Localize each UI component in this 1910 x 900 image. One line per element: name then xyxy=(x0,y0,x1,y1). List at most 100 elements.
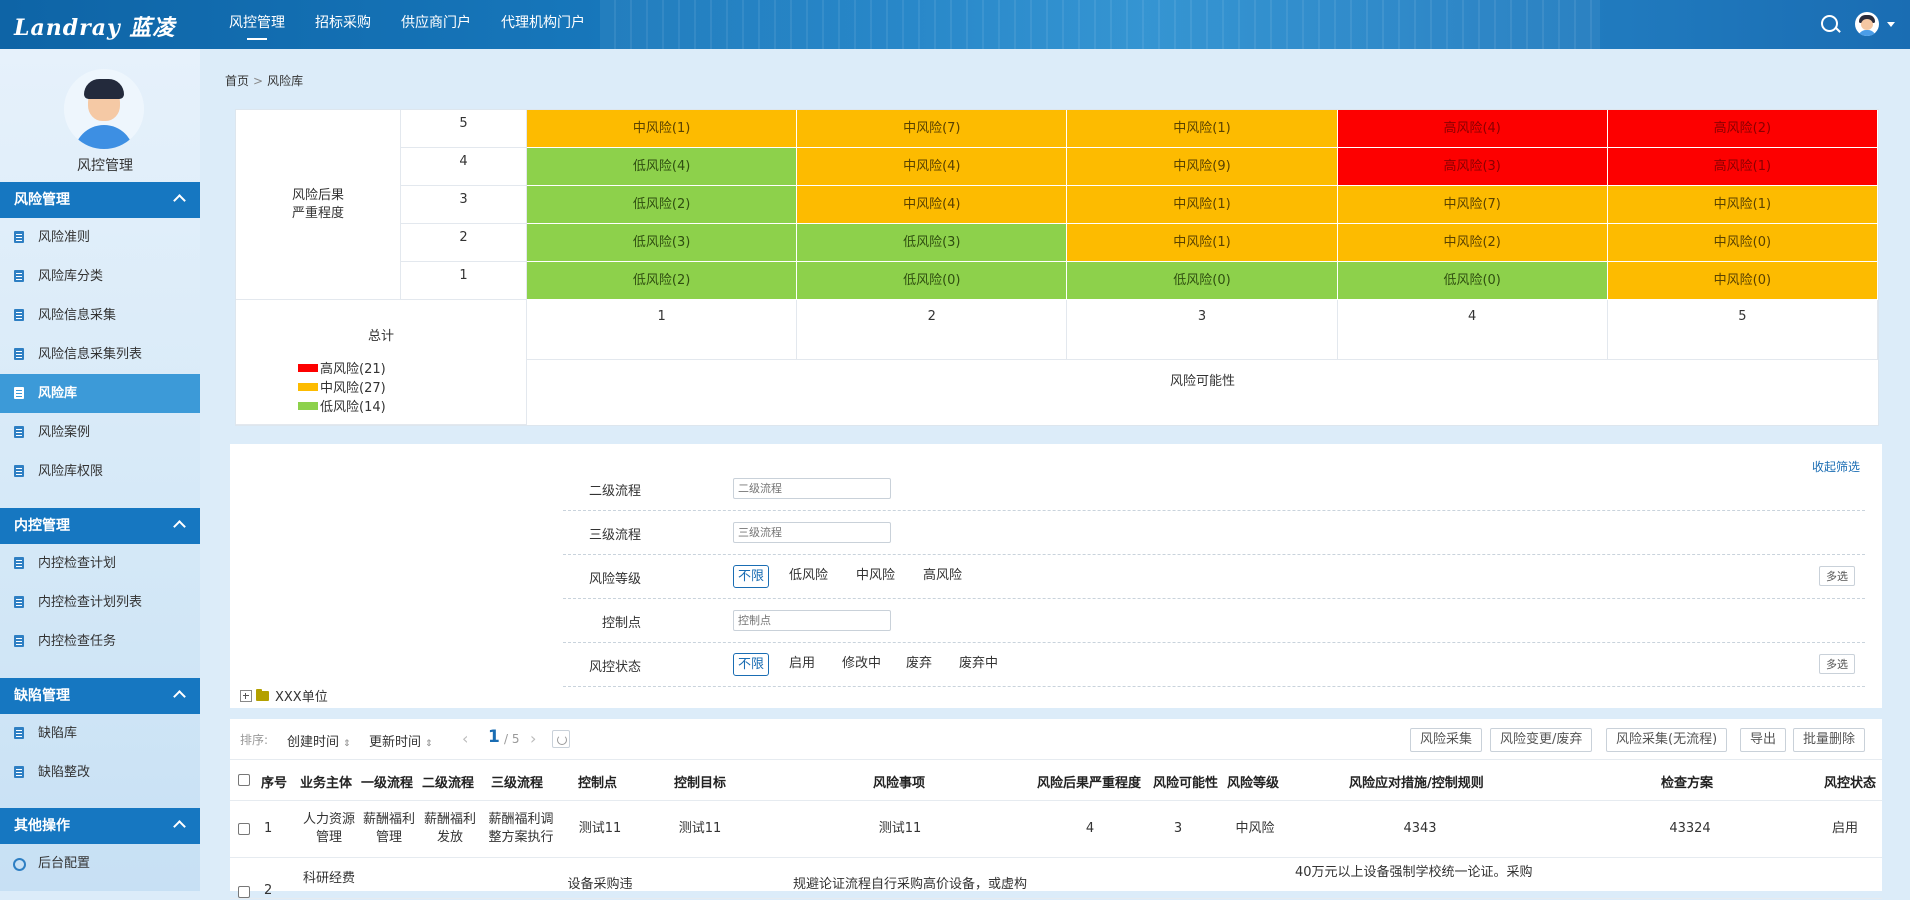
org-tree-label[interactable]: XXX单位 xyxy=(275,686,328,705)
sidebar-item-risk-category[interactable]: 风险库分类 xyxy=(0,257,200,296)
filter-panel: 收起筛选 二级流程 三级流程 风险等级 不限 低风险 中风险 高风险 多选 控制… xyxy=(230,444,1882,708)
matrix-cell-mid[interactable]: 中风险(0) xyxy=(1607,262,1878,300)
sidebar-item-risk-cases[interactable]: 风险案例 xyxy=(0,413,200,452)
nav-agency-portal[interactable]: 代理机构门户 xyxy=(501,0,585,49)
document-icon xyxy=(14,596,24,608)
matrix-cell-low[interactable]: 低风险(2) xyxy=(527,262,798,300)
matrix-cell-high[interactable]: 高风险(1) xyxy=(1607,148,1878,186)
risk-level-option-any[interactable]: 不限 xyxy=(733,565,770,588)
refresh-icon[interactable] xyxy=(552,730,570,748)
col-header: 风控状态 xyxy=(1824,776,1877,791)
matrix-cell-low[interactable]: 低风险(2) xyxy=(527,186,798,224)
cell-line: 管理 xyxy=(315,830,342,845)
sidebar-item-check-task[interactable]: 内控检查任务 xyxy=(0,622,200,661)
search-icon[interactable] xyxy=(1821,15,1838,32)
sort-by-created[interactable]: 创建时间 ⇕ xyxy=(287,731,351,750)
sidebar-item-label: 风险库权限 xyxy=(38,464,104,479)
risk-level-option-low[interactable]: 低风险 xyxy=(785,565,832,586)
matrix-cell-mid[interactable]: 中风险(9) xyxy=(1067,148,1338,186)
expand-plus-icon[interactable] xyxy=(240,689,252,702)
matrix-cell-mid[interactable]: 中风险(1) xyxy=(527,110,798,148)
matrix-cell-high[interactable]: 高风险(4) xyxy=(1337,110,1608,148)
pager-current[interactable]: 1 xyxy=(488,727,500,747)
matrix-cell-low[interactable]: 低风险(4) xyxy=(527,148,798,186)
filter-row-control-point: 控制点 xyxy=(563,598,1865,643)
cell-line: 管理 xyxy=(375,830,402,845)
table-row[interactable]: 1 人力资源 管理 薪酬福利 管理 薪酬福利 发放 薪酬福利调 整方案执行 测试11 测… xyxy=(230,801,1882,858)
matrix-cell-high[interactable]: 高风险(3) xyxy=(1337,148,1608,186)
risk-status-option-deprecated[interactable]: 废弃 xyxy=(902,653,936,674)
risk-status-option-deprecating[interactable]: 废弃中 xyxy=(955,653,1002,674)
row-checkbox[interactable] xyxy=(238,823,250,835)
nav-supplier-portal[interactable]: 供应商门户 xyxy=(401,0,471,49)
brand-logo[interactable]: Landray 蓝凌 xyxy=(14,10,175,42)
menu-head-defect[interactable]: 缺陷管理 xyxy=(0,678,200,714)
cell-level1: 薪酬福利 管理 xyxy=(359,811,419,847)
matrix-cell-mid[interactable]: 中风险(1) xyxy=(1067,224,1338,262)
matrix-cell-low[interactable]: 低风险(0) xyxy=(1337,262,1608,300)
sidebar-item-risk-criteria[interactable]: 风险准则 xyxy=(0,218,200,257)
cell-line: 发放 xyxy=(436,830,463,845)
matrix-cell-mid[interactable]: 中风险(1) xyxy=(1067,186,1338,224)
risk-collect-button[interactable]: 风险采集 xyxy=(1410,728,1483,752)
level3-process-input[interactable] xyxy=(733,522,891,543)
pager-prev-icon[interactable]: ‹ xyxy=(462,729,468,748)
menu-head-other[interactable]: 其他操作 xyxy=(0,808,200,844)
matrix-cell-mid[interactable]: 中风险(4) xyxy=(797,148,1068,186)
nav-risk-control[interactable]: 风控管理 xyxy=(229,0,285,49)
col-header: 业务主体 xyxy=(300,776,353,791)
sidebar-item-risk-collect-list[interactable]: 风险信息采集列表 xyxy=(0,335,200,374)
matrix-cell-high[interactable]: 高风险(2) xyxy=(1607,110,1878,148)
risk-status-option-modifying[interactable]: 修改中 xyxy=(838,653,885,674)
sidebar-item-check-plan-list[interactable]: 内控检查计划列表 xyxy=(0,583,200,622)
nav-bidding[interactable]: 招标采购 xyxy=(315,0,371,49)
sort-by-updated[interactable]: 更新时间 ⇕ xyxy=(369,731,433,750)
breadcrumb-home[interactable]: 首页 xyxy=(225,74,249,88)
legend-item-low: 低风险(14) xyxy=(298,396,386,415)
matrix-cell-mid[interactable]: 中风险(1) xyxy=(1067,110,1338,148)
matrix-cell-mid[interactable]: 中风险(7) xyxy=(1337,186,1608,224)
risk-level-option-high[interactable]: 高风险 xyxy=(919,565,966,586)
sidebar-item-risk-library[interactable]: 风险库 xyxy=(0,374,200,413)
matrix-cell-mid[interactable]: 中风险(0) xyxy=(1607,224,1878,262)
menu-head-internal-control[interactable]: 内控管理 xyxy=(0,508,200,544)
matrix-cell-low[interactable]: 低风险(0) xyxy=(1067,262,1338,300)
org-tree-node[interactable]: XXX单位 xyxy=(240,686,328,705)
matrix-cell-mid[interactable]: 中风险(1) xyxy=(1607,186,1878,224)
level2-process-input[interactable] xyxy=(733,478,891,499)
matrix-cell-low[interactable]: 低风险(0) xyxy=(797,262,1068,300)
pager-next-icon[interactable]: › xyxy=(530,729,536,748)
export-button[interactable]: 导出 xyxy=(1740,728,1787,752)
matrix-cell-mid[interactable]: 中风险(2) xyxy=(1337,224,1608,262)
matrix-cell-low[interactable]: 低风险(3) xyxy=(797,224,1068,262)
risk-level-option-mid[interactable]: 中风险 xyxy=(852,565,899,586)
select-all-checkbox[interactable] xyxy=(238,774,250,786)
legend-swatch-mid xyxy=(298,382,318,391)
document-icon xyxy=(14,727,24,739)
sidebar-item-defect-library[interactable]: 缺陷库 xyxy=(0,714,200,753)
user-avatar[interactable] xyxy=(1855,12,1879,36)
sidebar-item-defect-rectify[interactable]: 缺陷整改 xyxy=(0,753,200,792)
sidebar-item-risk-collect[interactable]: 风险信息采集 xyxy=(0,296,200,335)
batch-delete-button[interactable]: 批量删除 xyxy=(1793,728,1866,752)
risk-status-option-any[interactable]: 不限 xyxy=(733,653,770,676)
risk-collect-no-flow-button[interactable]: 风险采集(无流程) xyxy=(1606,728,1728,752)
col-header: 一级流程 xyxy=(361,776,414,791)
sidebar-item-backend-config[interactable]: 后台配置 xyxy=(0,844,200,883)
filter-label: 风险等级 xyxy=(588,572,641,587)
matrix-cell-mid[interactable]: 中风险(7) xyxy=(797,110,1068,148)
risk-level-multi-select-button[interactable]: 多选 xyxy=(1819,566,1855,586)
risk-status-multi-select-button[interactable]: 多选 xyxy=(1819,654,1855,674)
matrix-cell-mid[interactable]: 中风险(4) xyxy=(797,186,1068,224)
risk-change-button[interactable]: 风险变更/废弃 xyxy=(1490,728,1593,752)
menu-head-risk[interactable]: 风险管理 xyxy=(0,182,200,218)
sidebar-item-check-plan[interactable]: 内控检查计划 xyxy=(0,544,200,583)
matrix-cell-low[interactable]: 低风险(3) xyxy=(527,224,798,262)
caret-down-icon[interactable] xyxy=(1887,22,1895,27)
risk-status-option-enabled[interactable]: 启用 xyxy=(785,653,819,674)
filter-label: 控制点 xyxy=(601,616,641,631)
row-checkbox[interactable] xyxy=(238,886,250,898)
table-row[interactable]: 2 科研经费 设备采购违 规避论证流程自行采购高价设备，或虚构 40万元以上设备… xyxy=(230,858,1882,899)
sidebar-item-risk-permission[interactable]: 风险库权限 xyxy=(0,452,200,491)
control-point-input[interactable] xyxy=(733,610,891,631)
